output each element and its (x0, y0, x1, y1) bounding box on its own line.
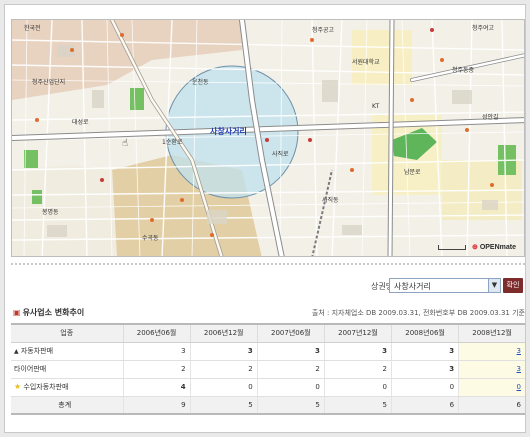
category-cell: 타이어판매 (11, 360, 123, 379)
hand-pointer-icon: ☝ (122, 138, 129, 149)
column-header: 2007년12월 (323, 323, 392, 343)
value-cell: 0 (390, 378, 459, 397)
value-link[interactable]: 3 (458, 360, 525, 379)
street-label: KT (372, 103, 380, 110)
table-header-row: 업종 2006년06월 2006년12월 2007년06월 2007년12월 2… (11, 323, 525, 343)
column-header: 2008년12월 (458, 323, 525, 343)
value-cell: 2 (122, 360, 191, 379)
trade-area-select[interactable]: 사창사거리 ▼ (389, 278, 501, 293)
value-cell: 2 (189, 360, 258, 379)
value-cell: 3 (390, 360, 459, 379)
trade-area-selected: 사창사거리 (394, 282, 431, 291)
value-cell: 0 (189, 378, 258, 397)
map-canvas (12, 20, 524, 256)
square-bullet-icon: ▣ (13, 308, 21, 317)
map-provider-logo: ⊕ OPENmate (472, 243, 516, 251)
column-header: 2008년06월 (390, 323, 459, 343)
street-label: 운천동 (192, 79, 209, 86)
value-cell: 3 (390, 342, 459, 361)
chevron-down-icon[interactable]: ▼ (488, 279, 500, 292)
category-name: 수입자동차판매 (23, 383, 69, 391)
trade-area-label: 사창사거리 (210, 127, 247, 136)
column-header: 2007년06월 (256, 323, 325, 343)
category-name: 자동차판매 (20, 347, 54, 355)
table-total-row: 총계 9 5 5 5 6 6 (11, 396, 525, 415)
section-title: ▣ 유사업소 변화추이 (13, 307, 84, 318)
street-label: 사직동 (322, 197, 339, 204)
street-label: 대성로 (72, 119, 89, 126)
table-row: ★ 수입자동차판매 4 0 0 0 0 0 (11, 378, 525, 397)
map-scale-bar (438, 245, 466, 250)
trade-area-search: 상권명 사창사거리 ▼ 확인 (5, 275, 527, 297)
category-name: 타이어판매 (14, 365, 47, 373)
total-label: 총계 (11, 396, 123, 415)
value-cell: 0 (323, 378, 392, 397)
street-label: 수곡동 (142, 235, 159, 242)
map-view[interactable]: 한국전 청주공고 청주여고 서원대학교 청주동중 KT 사직로 1순환로 대성로… (11, 19, 525, 257)
value-cell: 4 (122, 378, 191, 397)
value-link[interactable]: 3 (458, 342, 525, 361)
total-cell: 5 (256, 396, 325, 415)
table-row: 타이어판매 2 2 2 2 3 3 (11, 360, 525, 379)
openmate-logo-icon: ⊕ (471, 244, 478, 251)
total-cell: 5 (323, 396, 392, 415)
column-header: 2006년12월 (189, 323, 258, 343)
table-row: ▲ 자동차판매 3 3 3 3 3 3 (11, 342, 525, 361)
page-frame: 한국전 청주공고 청주여고 서원대학교 청주동중 KT 사직로 1순환로 대성로… (4, 4, 526, 433)
value-cell: 3 (323, 342, 392, 361)
divider (11, 263, 525, 266)
street-label: 사직로 (272, 151, 289, 158)
street-label: 한국전 (24, 25, 41, 32)
business-trend-table: 업종 2006년06월 2006년12월 2007년06월 2007년12월 2… (11, 323, 525, 415)
value-cell: 2 (256, 360, 325, 379)
confirm-button[interactable]: 확인 (503, 278, 523, 293)
value-cell: 3 (256, 342, 325, 361)
value-link[interactable]: 0 (458, 378, 525, 397)
section-title-text: 유사업소 변화추이 (22, 308, 85, 317)
column-header: 2006년06월 (122, 323, 191, 343)
column-header: 업종 (11, 323, 123, 343)
total-cell: 5 (189, 396, 258, 415)
street-label: 남문로 (404, 169, 421, 176)
street-label: 봉명동 (42, 209, 59, 216)
street-label: 청주여고 (472, 25, 495, 32)
street-label: 1순환로 (162, 139, 183, 146)
total-cell: 6 (458, 396, 525, 415)
category-cell: ★ 수입자동차판매 (11, 378, 123, 397)
openmate-logo-text: OPENmate (479, 244, 516, 251)
value-cell: 0 (256, 378, 325, 397)
value-cell: 3 (189, 342, 258, 361)
street-label: 청주산업단지 (32, 79, 66, 86)
up-arrow-icon: ▲ (14, 348, 19, 355)
value-cell: 3 (122, 342, 191, 361)
street-label: 서원대학교 (352, 59, 380, 66)
data-source-note: 출처 : 지자체업소 DB 2009.03.31, 전화번호부 DB 2009.… (311, 309, 525, 317)
street-label: 성안길 (482, 114, 499, 121)
value-cell: 2 (323, 360, 392, 379)
star-icon: ★ (14, 382, 22, 391)
section-header: ▣ 유사업소 변화추이 출처 : 지자체업소 DB 2009.03.31, 전화번… (11, 305, 525, 319)
street-label: 청주동중 (452, 67, 475, 74)
street-label: 청주공고 (312, 27, 335, 34)
total-cell: 6 (390, 396, 459, 415)
total-cell: 9 (122, 396, 191, 415)
category-cell: ▲ 자동차판매 (11, 342, 123, 361)
